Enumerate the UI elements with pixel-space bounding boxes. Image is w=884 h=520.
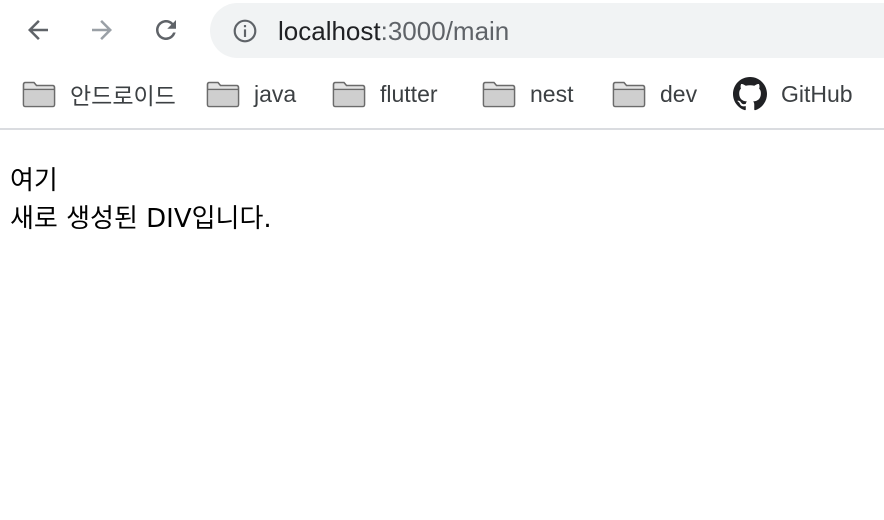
folder-icon <box>612 81 646 108</box>
url-text[interactable]: localhost:3000/main <box>278 16 509 46</box>
bookmark-folder-java[interactable]: java <box>206 78 296 110</box>
bookmark-label: 안드로이드 <box>70 83 176 109</box>
bookmarks-bar: 안드로이드 java flutter nest dev GitHub <box>0 62 884 130</box>
folder-icon <box>482 81 516 108</box>
bookmark-folder-flutter[interactable]: flutter <box>332 78 438 110</box>
bookmark-label: dev <box>660 80 698 107</box>
bookmark-folder-android[interactable]: 안드로이드 <box>22 78 176 110</box>
created-div: 새로 생성된 DIV입니다. <box>10 204 272 234</box>
reload-button[interactable] <box>148 12 184 48</box>
github-icon <box>733 77 767 111</box>
page-content: 여기 새로 생성된 DIV입니다. <box>10 162 272 238</box>
info-icon[interactable] <box>232 18 258 44</box>
arrow-left-icon <box>28 20 48 40</box>
arrow-right-icon <box>92 20 112 40</box>
text-line: 여기 <box>10 166 58 196</box>
folder-icon <box>206 81 240 108</box>
folder-icon <box>332 81 366 108</box>
address-bar[interactable]: localhost:3000/main <box>210 3 884 58</box>
forward-button[interactable] <box>84 12 120 48</box>
url-host: localhost <box>278 16 381 46</box>
browser-toolbar: localhost:3000/main <box>0 0 884 62</box>
back-button[interactable] <box>20 12 56 48</box>
bookmark-folder-dev[interactable]: dev <box>612 78 697 110</box>
bookmark-label: GitHub <box>781 80 853 107</box>
bookmark-label: flutter <box>380 80 438 107</box>
reload-icon <box>156 20 176 40</box>
bookmark-folder-nest[interactable]: nest <box>482 78 573 110</box>
bookmark-github[interactable]: GitHub <box>733 77 853 111</box>
bookmark-label: nest <box>530 80 574 107</box>
folder-icon <box>22 81 56 108</box>
url-path: :3000/main <box>380 16 510 46</box>
bookmark-label: java <box>254 80 297 107</box>
